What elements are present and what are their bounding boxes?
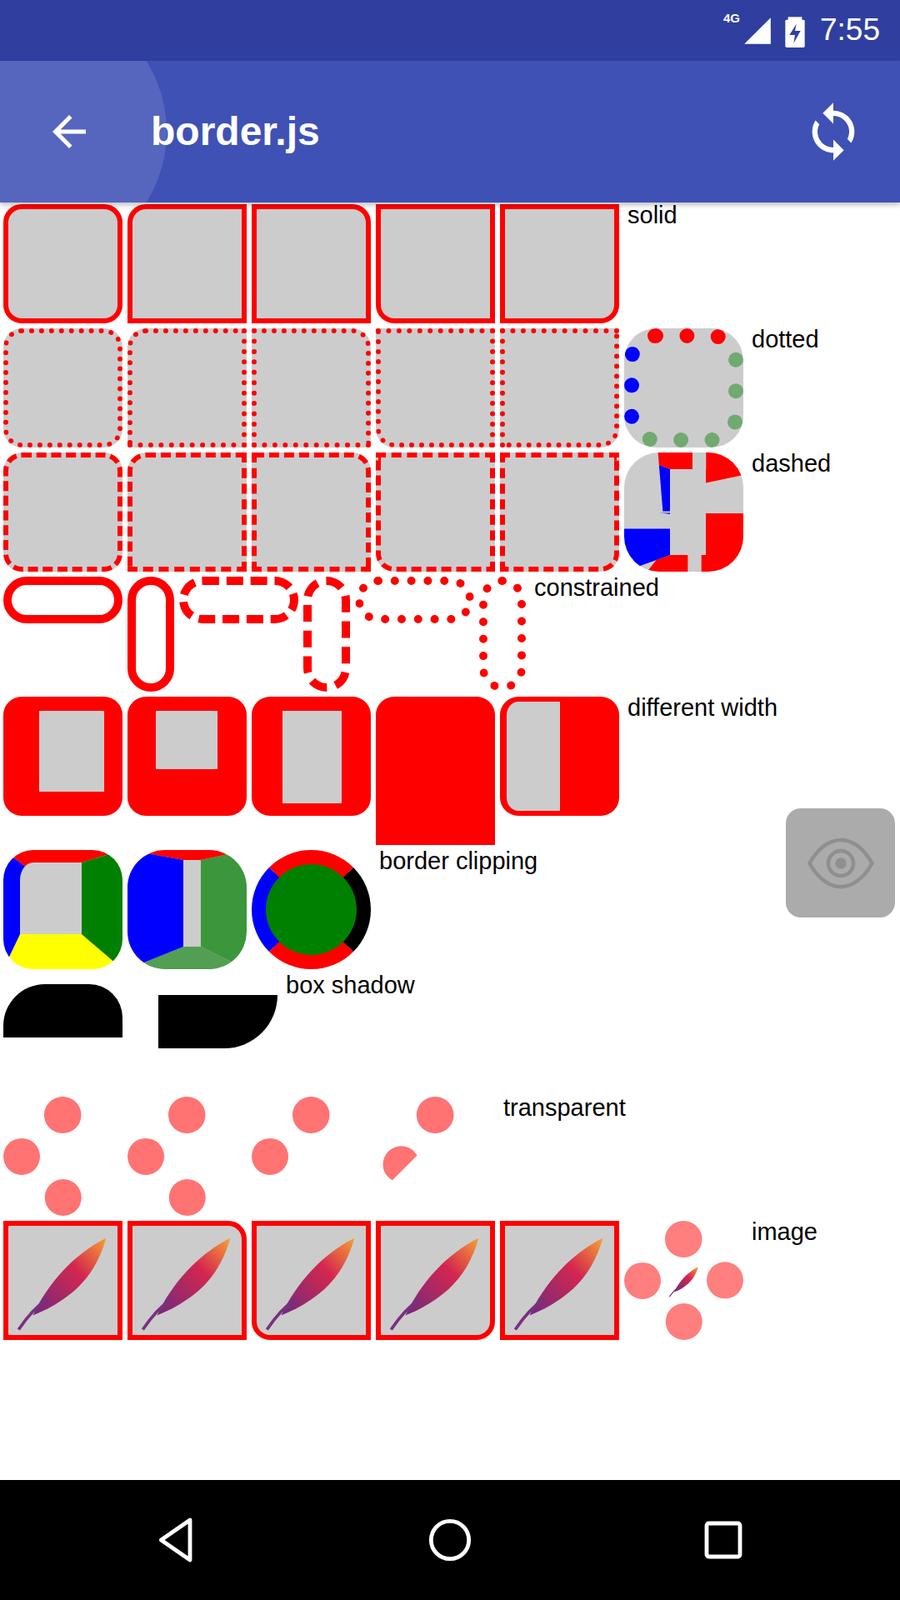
border-sample: [479, 576, 526, 692]
border-sample: [624, 452, 744, 572]
app-bar: border.js: [0, 60, 900, 203]
section-label: dotted: [751, 326, 820, 354]
border-sample: [127, 1220, 247, 1340]
border-sample: [303, 576, 350, 692]
border-sample: [251, 452, 371, 572]
border-sample: [500, 452, 620, 572]
border-sample: [375, 328, 495, 448]
feather-icon: [509, 1230, 611, 1332]
border-sample: [127, 204, 247, 324]
section-label: transparent: [503, 1095, 626, 1122]
border-sample: [127, 576, 175, 692]
border-sample: [500, 204, 620, 324]
border-sample: [3, 204, 123, 324]
section-row: image: [0, 1220, 900, 1340]
section-row: constrained: [0, 576, 900, 692]
section-label: solid: [627, 202, 678, 230]
border-sample: [251, 204, 371, 324]
border-sample: [3, 1096, 123, 1216]
border-sample: [500, 696, 620, 816]
signal-icon: [741, 15, 774, 47]
border-sample: [3, 328, 123, 448]
section-label: dashed: [751, 450, 831, 478]
border-sample: [251, 850, 371, 970]
border-sample: [624, 328, 744, 448]
recents-square-icon[interactable]: [696, 1513, 750, 1567]
border-sample: [251, 1096, 371, 1216]
border-sample: [624, 1220, 744, 1340]
back-arrow-icon[interactable]: [44, 106, 95, 157]
border-sample: [355, 576, 475, 624]
feather-icon: [12, 1230, 115, 1332]
section-label: box shadow: [285, 972, 415, 1000]
battery-charging-icon: [785, 14, 805, 48]
section-row: dashed: [0, 452, 900, 572]
border-sample: [3, 850, 123, 970]
network-type: 4G: [723, 11, 740, 25]
section-row: different width: [0, 696, 900, 845]
border-sample: [3, 696, 123, 816]
eye-icon: [803, 825, 879, 901]
border-sample: [3, 576, 123, 624]
section-label: border clipping: [379, 848, 538, 875]
section-row: solid: [0, 204, 900, 324]
border-sample: [375, 1220, 495, 1340]
border-sample: [500, 328, 620, 448]
section-label: image: [751, 1219, 818, 1246]
border-sample: [375, 1096, 495, 1197]
feather-icon: [136, 1230, 239, 1332]
border-sample: [158, 995, 278, 1049]
border-sample: [127, 850, 247, 970]
section-row: dotted: [0, 328, 900, 448]
section-row: transparent: [0, 1096, 900, 1216]
inspector-button[interactable]: [785, 808, 895, 918]
screen-title: border.js: [150, 107, 802, 156]
border-sample: [127, 328, 247, 448]
border-sample: [3, 984, 123, 1038]
clock: 7:55: [820, 13, 880, 48]
border-sample: [127, 1096, 247, 1216]
feather-icon: [260, 1230, 363, 1332]
phone-screen: 4G 7:55 border.js solid dotted dashed constrai…: [0, 0, 900, 1600]
border-sample: [179, 576, 299, 624]
section-row: border clipping: [0, 850, 900, 970]
border-sample: [375, 204, 495, 324]
home-circle-icon[interactable]: [423, 1513, 477, 1567]
border-sample: [3, 1220, 123, 1340]
back-triangle-icon[interactable]: [150, 1513, 204, 1567]
border-sample: [375, 452, 495, 572]
border-sample: [3, 452, 123, 572]
feather-icon: [667, 1264, 701, 1298]
border-sample: [127, 452, 247, 572]
feather-icon: [385, 1230, 487, 1332]
section-label: constrained: [534, 575, 660, 602]
section-label: different width: [627, 695, 778, 722]
refresh-icon[interactable]: [801, 100, 865, 164]
border-demo-area: solid dotted dashed constrained different wi…: [0, 202, 900, 1480]
border-sample: [127, 696, 247, 816]
border-sample: [375, 696, 495, 845]
status-bar: 4G 7:55: [0, 0, 900, 61]
border-sample: [500, 1220, 620, 1340]
border-sample: [251, 696, 371, 816]
section-row: box shadow: [0, 974, 900, 1097]
border-sample: [251, 328, 371, 448]
border-sample: [251, 1220, 371, 1340]
navigation-bar: [0, 1480, 900, 1600]
